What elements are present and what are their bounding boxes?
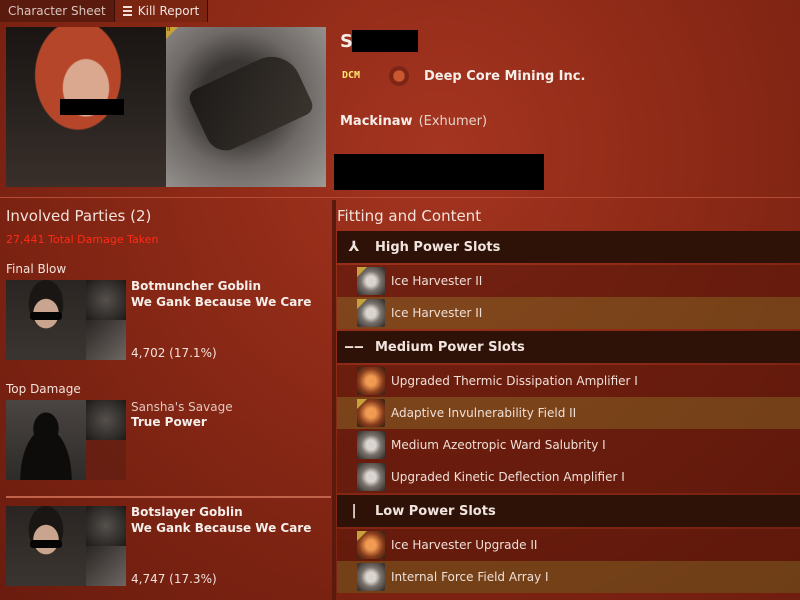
party-weapon-icon[interactable]: [86, 320, 126, 360]
party-weapon-icon[interactable]: [86, 546, 126, 586]
party-portrait[interactable]: [6, 506, 86, 586]
final-blow-label: Final Blow: [6, 262, 67, 276]
high-slot-icon: ⅄: [348, 239, 360, 255]
party-ship-icon[interactable]: [86, 506, 126, 546]
module-row[interactable]: Upgraded Kinetic Deflection Amplifier I: [337, 461, 800, 493]
module-name: Upgraded Kinetic Deflection Amplifier I: [391, 470, 625, 484]
module-name: Upgraded Thermic Dissipation Amplifier I: [391, 374, 638, 388]
party-ship-icon[interactable]: [86, 400, 126, 440]
party-damage: 4,747 (17.3%): [131, 572, 217, 586]
party-portrait[interactable]: [6, 400, 86, 480]
tech2-badge-icon: [166, 26, 178, 39]
invulnerability-field-icon: [357, 399, 385, 427]
name-redaction: [352, 30, 418, 52]
victim-corporation[interactable]: Deep Core Mining Inc.: [424, 69, 585, 84]
sunglasses-shape: [30, 540, 62, 548]
sunglasses-shape: [30, 312, 62, 320]
redaction-bar: [60, 99, 124, 115]
rig-icon: [357, 431, 385, 459]
module-row[interactable]: Ice Harvester II: [337, 265, 800, 297]
document-icon: [122, 6, 132, 16]
high-slots-label: High Power Slots: [375, 239, 501, 255]
module-row[interactable]: Ice Harvester II: [337, 297, 800, 329]
tab-kill-report-label: Kill Report: [137, 4, 200, 18]
party-damage: 4,702 (17.1%): [131, 346, 217, 360]
party-corp[interactable]: We Gank Because We Care: [131, 521, 311, 535]
medium-slot-icon: ‒‒: [344, 339, 364, 355]
tab-character-sheet[interactable]: Character Sheet: [0, 0, 115, 22]
victim-portrait[interactable]: [6, 27, 166, 187]
party-name[interactable]: Botslayer Goblin: [131, 505, 243, 519]
module-row[interactable]: Upgraded Thermic Dissipation Amplifier I: [337, 365, 800, 397]
ice-harvester-upgrade-icon: [357, 531, 385, 559]
kinetic-amplifier-icon: [357, 463, 385, 491]
module-name: Internal Force Field Array I: [391, 570, 549, 584]
ice-harvester-icon: [357, 267, 385, 295]
module-name: Ice Harvester Upgrade II: [391, 538, 538, 552]
total-damage: 27,441 Total Damage Taken: [6, 233, 159, 246]
alliance-icon[interactable]: [389, 66, 409, 86]
high-slots-header[interactable]: ⅄ High Power Slots: [337, 231, 800, 263]
medium-slots-label: Medium Power Slots: [375, 339, 525, 355]
force-field-array-icon: [357, 563, 385, 591]
top-damage-label: Top Damage: [6, 382, 81, 396]
thermic-amplifier-icon: [357, 367, 385, 395]
tab-kill-report[interactable]: Kill Report: [114, 0, 209, 22]
victim-ship-image[interactable]: [166, 26, 326, 187]
low-slot-icon: |: [351, 503, 357, 519]
party-corp[interactable]: We Gank Because We Care: [131, 295, 311, 309]
module-row[interactable]: Ice Harvester Upgrade II: [337, 529, 800, 561]
column-divider: [332, 200, 336, 600]
victim-ship-class: (Exhumer): [418, 114, 488, 129]
low-slots-header[interactable]: | Low Power Slots: [337, 495, 800, 527]
module-row[interactable]: Internal Force Field Array I: [337, 561, 800, 593]
party-ship-icon[interactable]: [86, 280, 126, 320]
info-redaction: [334, 154, 544, 190]
fitting-panel: ⅄ High Power Slots Ice Harvester II Ice H…: [337, 231, 800, 600]
ship-hull-shape: [186, 47, 316, 157]
module-name: Ice Harvester II: [391, 274, 483, 288]
involved-parties-title: Involved Parties (2): [6, 207, 152, 225]
corp-logo-icon[interactable]: DCM: [342, 70, 376, 84]
fitting-title: Fitting and Content: [337, 207, 482, 225]
module-name: Adaptive Invulnerability Field II: [391, 406, 577, 420]
party-weapon-slot: [86, 440, 126, 480]
ice-harvester-icon: [357, 299, 385, 327]
module-row[interactable]: Medium Azeotropic Ward Salubrity I: [337, 429, 800, 461]
victim-ship-line: Mackinaw (Exhumer): [340, 114, 487, 129]
medium-slots-header[interactable]: ‒‒ Medium Power Slots: [337, 331, 800, 363]
party-name[interactable]: Botmuncher Goblin: [131, 279, 261, 293]
party-portrait[interactable]: [6, 280, 86, 360]
party-corp[interactable]: True Power: [131, 415, 207, 429]
victim-ship-name[interactable]: Mackinaw: [340, 114, 413, 129]
module-name: Ice Harvester II: [391, 306, 483, 320]
low-slots-label: Low Power Slots: [375, 503, 496, 519]
module-name: Medium Azeotropic Ward Salubrity I: [391, 438, 606, 452]
tab-bar: Character Sheet Kill Report: [0, 0, 209, 22]
header-divider: [0, 197, 800, 198]
party-separator: [6, 496, 331, 498]
party-name[interactable]: Sansha's Savage: [131, 400, 233, 414]
module-row[interactable]: Adaptive Invulnerability Field II: [337, 397, 800, 429]
